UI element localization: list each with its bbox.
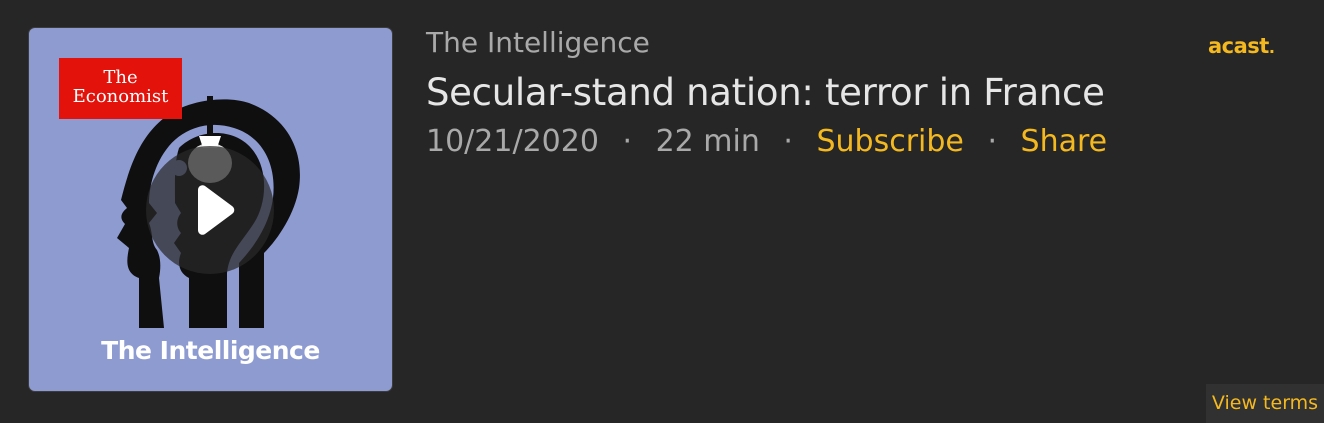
cover-art: The Economist The Intelligence [29,28,392,391]
acast-logo-text: acast [1208,34,1269,58]
play-button[interactable] [146,146,274,274]
acast-logo-dot: . [1268,38,1275,57]
economist-logo-line2: Economist [72,86,169,107]
episode-title[interactable]: Secular-stand nation: terror in France [426,71,1105,114]
meta-separator: · [987,124,997,159]
meta-separator: · [622,124,633,159]
episode-date: 10/21/2020 [426,124,599,159]
episode-duration: 22 min [655,124,760,159]
cover-title: The Intelligence [101,336,320,365]
view-terms-button[interactable]: View terms [1206,384,1324,423]
economist-logo-line1: The [103,67,138,88]
play-icon [198,185,235,235]
show-name[interactable]: The Intelligence [426,26,650,59]
subscribe-link[interactable]: Subscribe [817,124,964,159]
economist-logo: The Economist [59,58,182,119]
share-link[interactable]: Share [1021,124,1108,159]
episode-meta: 10/21/2020 · 22 min · Subscribe · Share [426,124,1107,159]
meta-separator: · [783,124,793,159]
acast-logo[interactable]: acast. [1208,34,1275,58]
podcast-player: The Economist The Intelligence The Intel… [0,0,1324,423]
